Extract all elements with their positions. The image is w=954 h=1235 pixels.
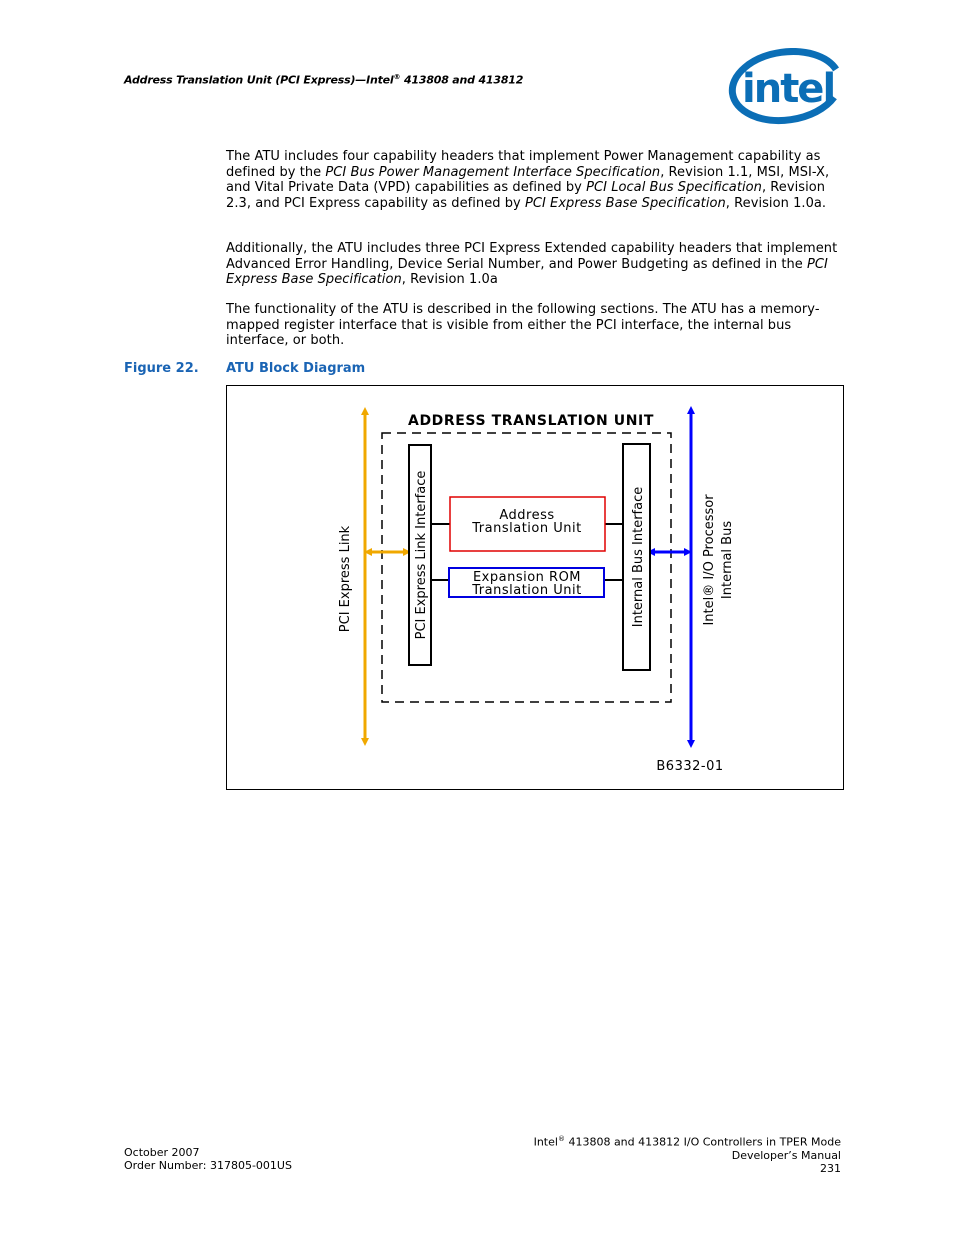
page-number: 231	[820, 1161, 841, 1175]
figure-id: B6332-01	[656, 759, 723, 774]
running-header-suffix: 413808 and 413812	[400, 73, 524, 87]
atu-block-diagram: ADDRESS TRANSLATION UNIT PCI Express Lin…	[338, 406, 735, 774]
spec-citation: PCI Local Bus Specification	[586, 180, 762, 195]
pci-express-link-interface-label: PCI Express Link Interface	[414, 471, 429, 640]
footer-date: October 2007	[124, 1146, 200, 1159]
spec-citation: PCI Express Base Specification	[524, 195, 726, 211]
spec-citation: PCI Bus Power Management Interface Speci…	[325, 164, 661, 180]
footer-order-number: Order Number: 317805-001US	[124, 1159, 292, 1172]
pci-express-link-label: PCI Express Link	[338, 525, 353, 632]
paragraph-text: , Revision 1.0a.	[725, 195, 827, 211]
paragraph-text: Additionally, the ATU includes three PCI…	[226, 241, 838, 272]
rom-block-label-line2: Translation Unit	[471, 583, 581, 598]
atu-block-label-line2: Translation Unit	[471, 521, 581, 536]
paragraph-text: The functionality of the ATU is describe…	[226, 302, 820, 348]
figure-frame: ADDRESS TRANSLATION UNIT PCI Express Lin…	[226, 385, 844, 790]
internal-bus-label-line2: Internal Bus	[720, 521, 735, 599]
internal-bus-interface-label: Internal Bus Interface	[631, 487, 646, 628]
paragraph-2: Additionally, the ATU includes three PCI…	[226, 241, 846, 288]
paragraph-1: The ATU includes four capability headers…	[226, 149, 846, 211]
footer-right: Intel® 413808 and 413812 I/O Controllers…	[534, 1133, 841, 1175]
footer-doc-subtitle: Developer’s Manual	[731, 1148, 841, 1162]
footer-doc-title: Intel® 413808 and 413812 I/O Controllers…	[533, 1135, 841, 1149]
paragraph-3: The functionality of the ATU is describe…	[226, 302, 846, 349]
figure-caption: Figure 22. ATU Block Diagram	[124, 361, 365, 376]
intel-logo-icon: intel	[726, 48, 844, 128]
internal-bus-label-line1: Intel® I/O Processor	[702, 494, 717, 626]
figure-title: ATU Block Diagram	[226, 361, 366, 376]
figure-number: Figure 22.	[124, 361, 199, 376]
running-header: Address Translation Unit (PCI Express)—I…	[124, 73, 523, 87]
running-header-prefix: Address Translation Unit (PCI Express)—I…	[124, 73, 394, 87]
footer-left: October 2007 Order Number: 317805-001US	[124, 1146, 292, 1172]
diagram-title: ADDRESS TRANSLATION UNIT	[408, 413, 654, 429]
logo-text: intel	[742, 66, 834, 112]
paragraph-text: , Revision 1.0a	[401, 272, 498, 287]
